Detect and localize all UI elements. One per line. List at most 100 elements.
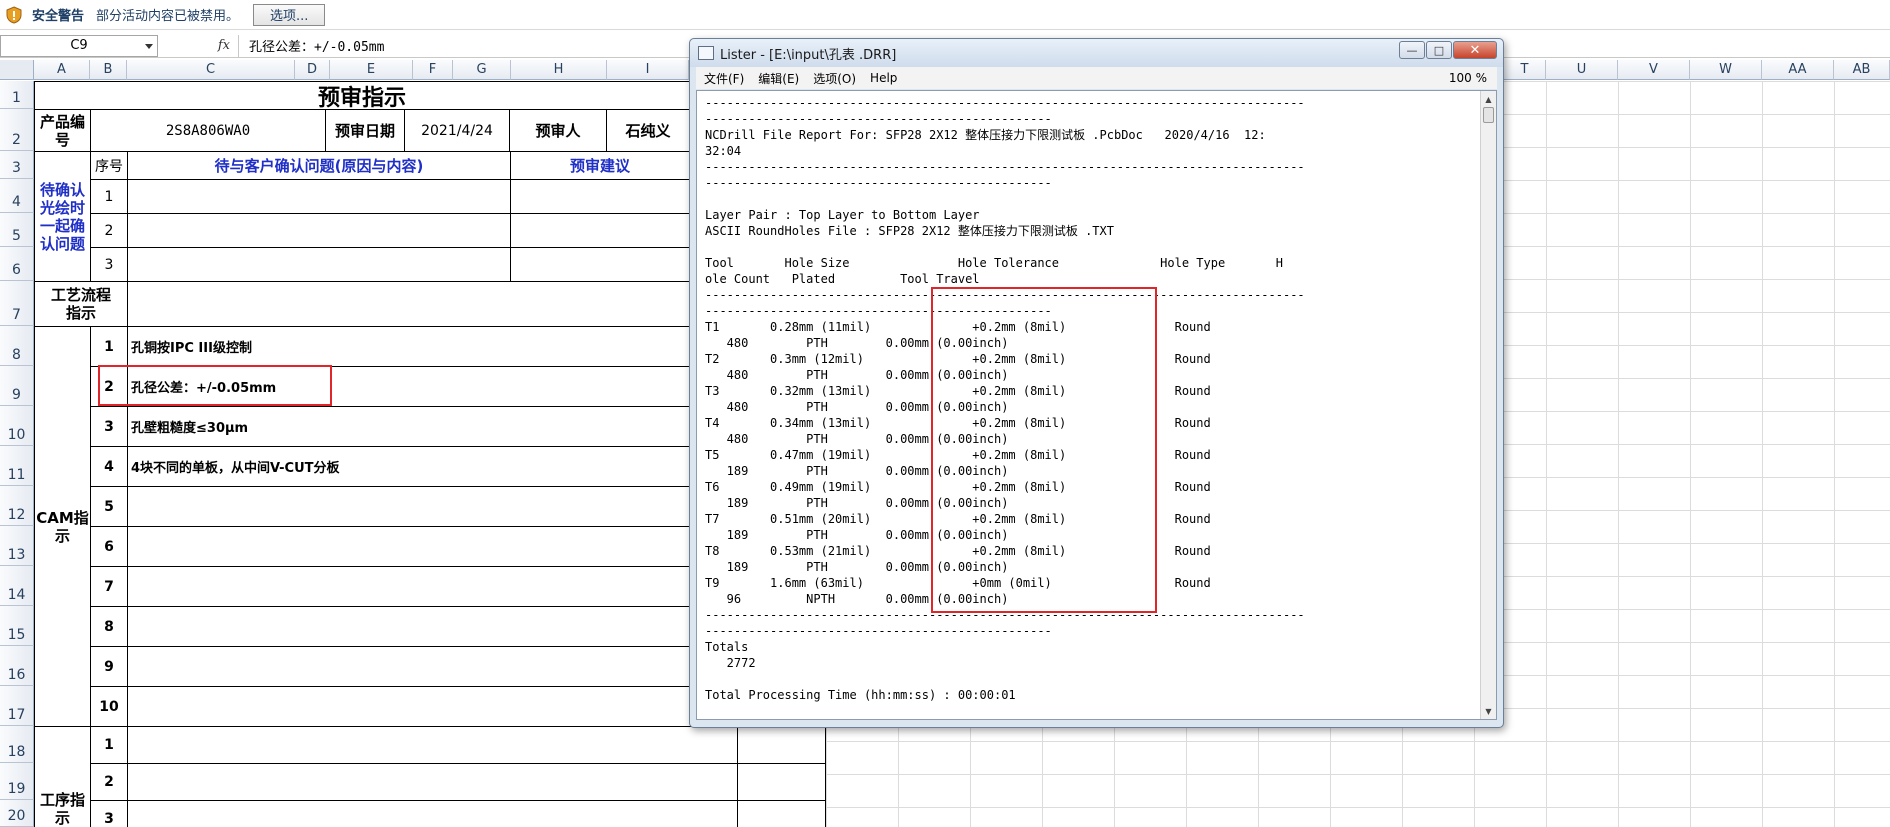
- column-header-h[interactable]: H: [511, 60, 607, 80]
- column-header-g[interactable]: G: [453, 60, 511, 80]
- cam-seq[interactable]: 5: [90, 486, 128, 527]
- cam-item[interactable]: [127, 686, 689, 727]
- cam-seq[interactable]: 3: [90, 406, 128, 447]
- vertical-scrollbar[interactable]: ▲ ▼: [1480, 91, 1496, 719]
- cam-item[interactable]: [127, 566, 689, 607]
- minimize-button[interactable]: —: [1399, 41, 1425, 59]
- proc-extra-cell[interactable]: [737, 726, 826, 764]
- cam-seq[interactable]: 7: [90, 566, 128, 607]
- proc-item-cell[interactable]: [127, 763, 738, 801]
- proc-item-cell[interactable]: [127, 800, 738, 827]
- lister-title-bar[interactable]: Lister - [E:\input\孔表 .DRR] — □ ✕: [690, 39, 1503, 67]
- proc-extra-cell[interactable]: [737, 763, 826, 801]
- column-header-i[interactable]: I: [607, 60, 689, 80]
- cam-seq[interactable]: 1: [90, 326, 128, 367]
- cam-item[interactable]: 孔铜按IPC III级控制: [127, 326, 689, 367]
- column-header-f[interactable]: F: [413, 60, 453, 80]
- issue-header[interactable]: 待与客户确认问题(原因与内容): [127, 151, 511, 180]
- close-button[interactable]: ✕: [1453, 41, 1497, 59]
- row-header-15[interactable]: 15: [0, 606, 34, 646]
- sheet-title[interactable]: 预审指示: [34, 81, 689, 110]
- product-no-label[interactable]: 产品编号: [34, 109, 91, 152]
- row-header-3[interactable]: 3: [0, 151, 34, 179]
- proc-seq[interactable]: 3: [90, 800, 128, 827]
- process-instruction-label[interactable]: 工序指示: [34, 726, 91, 827]
- column-header-d[interactable]: D: [295, 60, 330, 80]
- column-header-a[interactable]: A: [34, 60, 90, 80]
- cam-item[interactable]: [127, 526, 689, 567]
- row-header-16[interactable]: 16: [0, 646, 34, 686]
- row-header-19[interactable]: 19: [0, 763, 34, 800]
- pending-issue-cell[interactable]: [127, 213, 511, 248]
- column-header-e[interactable]: E: [330, 60, 413, 80]
- options-button[interactable]: 选项...: [253, 3, 326, 26]
- column-header-w[interactable]: W: [1690, 60, 1762, 80]
- cam-item[interactable]: [127, 646, 689, 687]
- menu-file[interactable]: 文件(F): [704, 70, 744, 87]
- row-header-7[interactable]: 7: [0, 281, 34, 326]
- pending-issues-label[interactable]: 待确认光绘时一起确认问题: [34, 151, 91, 282]
- column-header-t[interactable]: T: [1504, 60, 1546, 80]
- proc-seq[interactable]: 1: [90, 726, 128, 764]
- maximize-button[interactable]: □: [1426, 41, 1452, 59]
- column-header-b[interactable]: B: [90, 60, 127, 80]
- scroll-thumb[interactable]: [1483, 107, 1494, 123]
- suggestion-header[interactable]: 预审建议: [510, 151, 689, 180]
- proc-extra-cell[interactable]: [737, 800, 826, 827]
- row-header-5[interactable]: 5: [0, 213, 34, 247]
- cam-item[interactable]: 孔壁粗糙度≤30μm: [127, 406, 689, 447]
- row-header-12[interactable]: 12: [0, 486, 34, 526]
- cam-label[interactable]: CAM指示: [34, 326, 91, 727]
- review-date-label[interactable]: 预审日期: [325, 109, 405, 152]
- row-header-6[interactable]: 6: [0, 247, 34, 281]
- pending-issue-cell[interactable]: [127, 247, 511, 282]
- process-flow-label[interactable]: 工艺流程指示: [34, 281, 128, 327]
- row-header-10[interactable]: 10: [0, 406, 34, 446]
- product-no-value[interactable]: 2S8A806WA0: [90, 109, 326, 152]
- row-header-1[interactable]: 1: [0, 81, 34, 109]
- column-header-c[interactable]: C: [127, 60, 295, 80]
- column-header-v[interactable]: V: [1618, 60, 1690, 80]
- column-header-ab[interactable]: AB: [1834, 60, 1890, 80]
- pending-suggestion-cell[interactable]: [510, 213, 689, 248]
- row-header-4[interactable]: 4: [0, 179, 34, 213]
- select-all-corner[interactable]: [0, 60, 34, 80]
- row-header-20[interactable]: 20: [0, 800, 34, 827]
- pending-issue-cell[interactable]: [127, 179, 511, 214]
- menu-options[interactable]: 选项(O): [813, 70, 856, 87]
- proc-seq[interactable]: 2: [90, 763, 128, 801]
- column-header-aa[interactable]: AA: [1762, 60, 1834, 80]
- proc-item-cell[interactable]: [127, 726, 738, 764]
- pending-suggestion-cell[interactable]: [510, 179, 689, 214]
- cam-item[interactable]: 4块不同的单板，从中间V-CUT分板: [127, 446, 689, 487]
- cam-seq[interactable]: 6: [90, 526, 128, 567]
- menu-edit[interactable]: 编辑(E): [758, 70, 799, 87]
- cam-item[interactable]: [127, 606, 689, 647]
- column-header-u[interactable]: U: [1546, 60, 1618, 80]
- cam-seq[interactable]: 10: [90, 686, 128, 727]
- reviewer-value[interactable]: 石纯义: [606, 109, 689, 152]
- cam-seq[interactable]: 8: [90, 606, 128, 647]
- row-header-18[interactable]: 18: [0, 726, 34, 763]
- row-header-8[interactable]: 8: [0, 326, 34, 366]
- menu-help[interactable]: Help: [870, 71, 897, 85]
- process-flow-cell[interactable]: [127, 281, 689, 327]
- row-header-2[interactable]: 2: [0, 109, 34, 151]
- review-date-value[interactable]: 2021/4/24: [404, 109, 510, 152]
- pending-seq[interactable]: 3: [90, 247, 128, 282]
- name-box[interactable]: C9: [0, 34, 158, 57]
- reviewer-label[interactable]: 预审人: [509, 109, 607, 152]
- row-header-17[interactable]: 17: [0, 686, 34, 726]
- cam-seq[interactable]: 9: [90, 646, 128, 687]
- pending-seq[interactable]: 1: [90, 179, 128, 214]
- pending-suggestion-cell[interactable]: [510, 247, 689, 282]
- pending-seq[interactable]: 2: [90, 213, 128, 248]
- row-header-13[interactable]: 13: [0, 526, 34, 566]
- scroll-down-icon[interactable]: ▼: [1481, 703, 1496, 719]
- scroll-up-icon[interactable]: ▲: [1481, 91, 1496, 107]
- insert-function-button[interactable]: fx: [158, 35, 238, 57]
- seq-header[interactable]: 序号: [90, 151, 128, 180]
- row-header-11[interactable]: 11: [0, 446, 34, 486]
- row-header-9[interactable]: 9: [0, 366, 34, 406]
- cam-seq[interactable]: 4: [90, 446, 128, 487]
